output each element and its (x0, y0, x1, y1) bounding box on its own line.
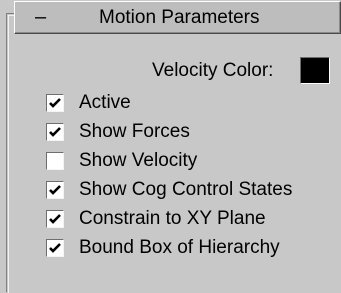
show-forces-checkbox[interactable] (46, 123, 64, 141)
option-label: Show Cog Control States (79, 179, 293, 200)
checkmark-icon (49, 127, 61, 137)
constrain-to-xy-plane-checkbox[interactable] (46, 210, 64, 228)
checkmark-icon (49, 185, 61, 195)
bound-box-of-hierarchy-checkbox[interactable] (46, 239, 64, 257)
show-cog-control-states-checkbox[interactable] (46, 181, 64, 199)
option-label: Constrain to XY Plane (79, 208, 266, 229)
motion-parameters-rollout-header[interactable]: – Motion Parameters (14, 1, 341, 34)
rollout-title: Motion Parameters (99, 7, 260, 28)
checkmark-icon (49, 214, 61, 224)
option-label: Show Forces (79, 121, 190, 142)
velocity-color-label: Velocity Color: (152, 60, 274, 81)
show-velocity-checkbox[interactable] (46, 152, 64, 170)
velocity-color-swatch[interactable] (300, 57, 330, 84)
option-label: Active (79, 92, 131, 113)
checkmark-icon (49, 98, 61, 108)
collapse-icon[interactable]: – (35, 5, 46, 29)
checkmark-icon (49, 243, 61, 253)
option-label: Show Velocity (79, 150, 198, 171)
option-label: Bound Box of Hierarchy (79, 237, 280, 258)
active-checkbox[interactable] (46, 94, 64, 112)
